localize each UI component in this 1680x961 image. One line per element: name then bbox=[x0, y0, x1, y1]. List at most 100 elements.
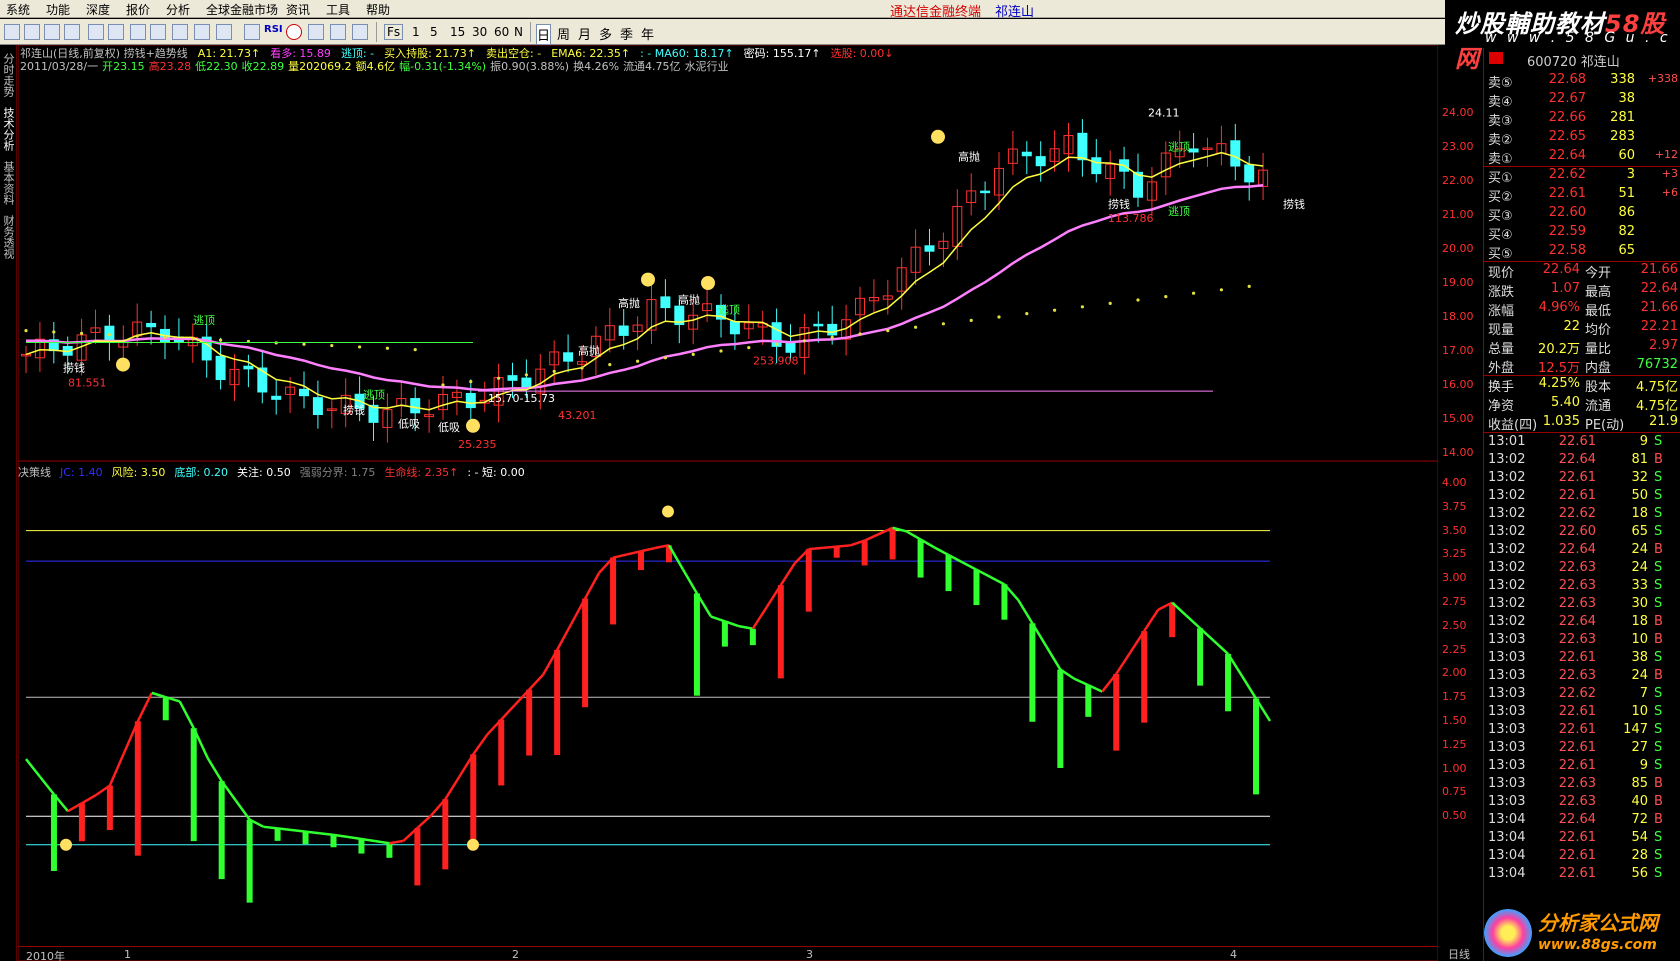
tick-time: 13:02 bbox=[1488, 524, 1526, 539]
table-icon[interactable] bbox=[24, 24, 40, 40]
f10b-icon[interactable] bbox=[194, 24, 210, 40]
price-tick-label: 18.00 bbox=[1442, 310, 1474, 323]
chart-annotation: 逃顶 bbox=[193, 314, 215, 327]
list-icon[interactable] bbox=[150, 24, 166, 40]
quote-label: 股本 bbox=[1585, 380, 1612, 395]
quote-value: 4.25% bbox=[1538, 376, 1580, 391]
period-N[interactable]: N bbox=[514, 25, 523, 39]
chart-icon[interactable] bbox=[244, 24, 260, 40]
sub_header-item: 生命线: 2.35↑ bbox=[384, 466, 459, 479]
nav-tab-fundamental[interactable]: 基本资料 bbox=[2, 161, 15, 205]
rsi-icon[interactable]: RSI bbox=[264, 24, 283, 40]
trend-dot bbox=[775, 342, 779, 346]
chart-annotation: 捞钱 bbox=[343, 403, 365, 417]
tick-volume: 9 bbox=[1639, 758, 1648, 773]
menu-system[interactable]: 系统 bbox=[6, 1, 30, 18]
tick-side: S bbox=[1654, 704, 1663, 719]
menu-help[interactable]: 帮助 bbox=[366, 1, 390, 18]
decision-bar bbox=[1197, 628, 1204, 686]
time-tick-label: 1 bbox=[124, 948, 131, 961]
menu-bar: 系统 功能 深度 报价 分析 全球金融市场 资讯 工具 帮助 通达信金融终端 祁… bbox=[0, 0, 1680, 20]
tick-side: S bbox=[1654, 848, 1663, 863]
chart-frame bbox=[18, 45, 1438, 961]
toolbar-separator bbox=[530, 22, 531, 42]
grid-icon[interactable] bbox=[130, 24, 146, 40]
tick-volume: 33 bbox=[1631, 578, 1648, 593]
period-60[interactable]: 60 bbox=[494, 25, 509, 39]
chart-area[interactable]: 逃顶 捞钱 81.551 逃顶 捞钱 低吸 低吸 25.235 15.70-15.73 43.20… bbox=[18, 45, 1438, 961]
report-icon[interactable] bbox=[88, 24, 104, 40]
decision-bar bbox=[1141, 631, 1148, 723]
arrow-icon[interactable] bbox=[330, 24, 346, 40]
decision-line bbox=[389, 839, 404, 845]
decision-bar bbox=[526, 689, 533, 756]
decision-bar bbox=[833, 546, 840, 558]
f10-icon[interactable] bbox=[108, 24, 124, 40]
bid-row: 买② 22.61 51 +6 bbox=[1488, 186, 1678, 205]
chart-annotation: 逃顶 bbox=[718, 304, 740, 317]
quote-value: 12.5万 bbox=[1538, 361, 1580, 376]
move-icon[interactable] bbox=[308, 24, 324, 40]
ask-row-volume: 38 bbox=[1618, 91, 1635, 106]
price-tick-label: 22.00 bbox=[1442, 174, 1474, 187]
decision-line bbox=[108, 752, 125, 786]
pen-icon[interactable] bbox=[352, 24, 368, 40]
chart-canvas[interactable]: 逃顶捞钱81.551逃顶捞钱低吸 低吸25.23515.70-15.7343.20… bbox=[18, 45, 1438, 961]
tick-price: 22.63 bbox=[1558, 560, 1596, 575]
period-cjk-5[interactable]: 年 bbox=[641, 24, 654, 43]
menu-function[interactable]: 功能 bbox=[46, 1, 70, 18]
period-cjk-1[interactable]: 周 bbox=[557, 24, 570, 43]
quote-row: 涨跌 1.07 最高 22.64 bbox=[1488, 281, 1678, 300]
trend-icon[interactable] bbox=[44, 24, 60, 40]
kbar-icon[interactable] bbox=[64, 24, 80, 40]
fs-button[interactable]: Fs bbox=[384, 24, 404, 40]
period-15[interactable]: 15 bbox=[450, 25, 465, 39]
decision-bar bbox=[470, 754, 477, 851]
indicator-tick-label: 1.75 bbox=[1442, 690, 1467, 704]
quote-row: 净资 5.40 流通 4.75亿 bbox=[1488, 395, 1678, 414]
bid-row-price: 22.61 bbox=[1548, 186, 1586, 201]
decision-bar bbox=[1225, 653, 1232, 712]
period-cjk-2[interactable]: 月 bbox=[578, 24, 591, 43]
menu-global-market[interactable]: 全球金融市场 bbox=[206, 1, 278, 18]
period-cjk-3[interactable]: 多 bbox=[599, 24, 612, 43]
nav-tab-financial[interactable]: 财务透视 bbox=[2, 215, 15, 259]
main_header-line2-item: 振0.90(3.88%) bbox=[490, 60, 570, 73]
decision-bar bbox=[1253, 698, 1260, 795]
menu-info[interactable]: 资讯 bbox=[286, 1, 310, 18]
quote-label: 外盘 bbox=[1488, 361, 1515, 376]
ask-row-price: 22.68 bbox=[1548, 72, 1586, 87]
nav-tab-intraday[interactable]: 分时走势 bbox=[2, 53, 15, 97]
menu-quote[interactable]: 报价 bbox=[126, 1, 150, 18]
tick-volume: 24 bbox=[1631, 542, 1648, 557]
period-5[interactable]: 5 bbox=[430, 25, 438, 39]
tick-side: B bbox=[1654, 614, 1663, 629]
period-1[interactable]: 1 bbox=[412, 25, 420, 39]
nav-tab-technical[interactable]: 技术分析 bbox=[2, 107, 15, 151]
decision-line bbox=[1143, 609, 1160, 632]
tick-price: 22.63 bbox=[1558, 794, 1596, 809]
decision-line bbox=[277, 827, 292, 832]
trend-dot bbox=[830, 335, 834, 339]
period-30[interactable]: 30 bbox=[472, 25, 487, 39]
smiley-icon bbox=[641, 272, 655, 287]
decision-line bbox=[291, 828, 306, 833]
quote-value: 22.64 bbox=[1640, 281, 1678, 296]
tick-volume: 81 bbox=[1631, 452, 1648, 467]
period-cjk-4[interactable]: 季 bbox=[620, 24, 633, 43]
kline-icon[interactable] bbox=[4, 24, 20, 40]
price-tick-label: 23.00 bbox=[1442, 140, 1474, 153]
tick-price: 22.61 bbox=[1558, 866, 1596, 881]
menu-tools[interactable]: 工具 bbox=[326, 1, 350, 18]
zoom-icon[interactable] bbox=[216, 24, 232, 40]
fx-icon[interactable] bbox=[172, 24, 188, 40]
decision-line bbox=[1073, 677, 1089, 687]
menu-depth[interactable]: 深度 bbox=[86, 1, 110, 18]
smiley-icon bbox=[466, 418, 480, 433]
quote-value: 4.75亿 bbox=[1636, 399, 1678, 414]
period-cjk-0[interactable]: 日 bbox=[536, 24, 552, 45]
menu-analysis[interactable]: 分析 bbox=[166, 1, 190, 18]
chart-annotation: 81.551 bbox=[68, 377, 107, 390]
money-icon[interactable] bbox=[286, 24, 302, 40]
tick-row: 13:02 22.64 24 B bbox=[1488, 542, 1678, 560]
